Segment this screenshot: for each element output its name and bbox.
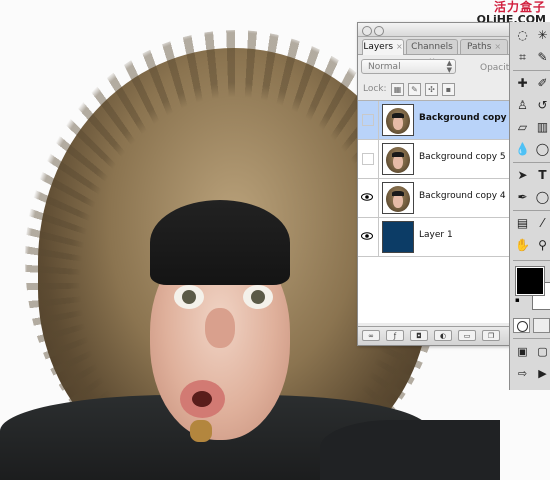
brush-icon[interactable]: ✐: [533, 74, 550, 93]
standard-mode-button[interactable]: [513, 318, 530, 333]
history-brush-icon[interactable]: ↺: [533, 96, 550, 115]
layers-list: Background copy 6 Background copy 5 Back…: [358, 101, 510, 323]
eye-icon: [361, 232, 373, 240]
lasso-icon[interactable]: ◌: [513, 26, 532, 45]
layers-panel: Layers × Channels × Paths × Normal ▲▼ Op…: [357, 22, 511, 346]
layer-name: Layer 1: [419, 230, 453, 240]
circle-icon: [517, 321, 528, 332]
lock-paint-icon[interactable]: ✎: [408, 83, 421, 96]
layer-thumbnail: [382, 182, 414, 214]
lock-label: Lock:: [363, 84, 387, 94]
left-eye: [174, 285, 204, 309]
eraser-icon[interactable]: ▱: [513, 118, 532, 137]
layer-name: Background copy 4: [419, 191, 506, 201]
adjustment-icon[interactable]: ◐: [434, 330, 452, 341]
layer-style-icon[interactable]: ƒ: [386, 330, 404, 341]
magic-wand-icon[interactable]: ✳: [533, 26, 550, 45]
path-select-icon[interactable]: ➤: [513, 166, 532, 185]
beanie: [150, 200, 290, 285]
tools-palette: ◌ ✳ ⌗ ✎ ✚ ✐ ♙ ↺ ▱ ▥ 💧 ◯ ➤ T ✒ ◯ ▤ ⁄ ✋ ⚲ …: [509, 22, 550, 390]
lock-move-icon[interactable]: ✣: [425, 83, 438, 96]
tab-channels[interactable]: Channels ×: [406, 39, 458, 65]
tab-layers[interactable]: Layers ×: [362, 39, 404, 55]
clone-stamp-icon[interactable]: ♙: [513, 96, 532, 115]
type-icon[interactable]: T: [533, 166, 550, 185]
panel-titlebar[interactable]: [358, 23, 510, 37]
zoom-icon[interactable]: ⚲: [533, 236, 550, 255]
visibility-toggle[interactable]: [358, 218, 379, 256]
visibility-toggle[interactable]: [358, 101, 379, 139]
panel-tabs: Layers × Channels × Paths ×: [358, 37, 510, 65]
notes-icon[interactable]: ▤: [513, 214, 532, 233]
layer-name: Background copy 6: [419, 113, 511, 123]
layer-name: Background copy 5: [419, 152, 506, 162]
new-layer-icon[interactable]: ❐: [482, 330, 500, 341]
folder-icon[interactable]: ▭: [458, 330, 476, 341]
quick-mask-button[interactable]: [533, 318, 550, 333]
mouth: [180, 380, 225, 418]
layer-row[interactable]: Background copy 4: [358, 179, 510, 218]
visibility-toggle[interactable]: [358, 179, 379, 217]
hidden-eye-icon: [362, 114, 374, 126]
hidden-eye-icon: [362, 153, 374, 165]
lock-all-icon[interactable]: ▪: [442, 83, 455, 96]
eye-icon: [361, 193, 373, 201]
stepper-arrows-icon: ▲ ▼: [446, 59, 452, 74]
layers-bottom-bar: ∞ ƒ ◘ ◐ ▭ ❐: [358, 326, 510, 345]
eyedropper-icon[interactable]: ⁄: [533, 214, 550, 233]
goatee: [190, 420, 212, 442]
visibility-toggle[interactable]: [358, 140, 379, 178]
jacket-shoulder: [320, 420, 500, 480]
link-icon[interactable]: ∞: [362, 330, 380, 341]
dodge-icon[interactable]: ◯: [533, 140, 550, 159]
gradient-icon[interactable]: ▥: [533, 118, 550, 137]
foreground-color-swatch[interactable]: [515, 266, 545, 296]
jump-to-icon[interactable]: ⇨: [513, 364, 532, 383]
lock-transparency-icon[interactable]: ▦: [391, 83, 404, 96]
shape-icon[interactable]: ◯: [533, 188, 550, 207]
blur-icon[interactable]: 💧: [513, 140, 532, 159]
layer-thumbnail: [382, 143, 414, 175]
right-eye: [243, 285, 273, 309]
blend-mode-select[interactable]: Normal ▲ ▼: [361, 59, 456, 74]
opacity-label: Opacit: [480, 63, 510, 73]
layer-row[interactable]: Layer 1: [358, 218, 510, 257]
layer-thumbnail: [382, 104, 414, 136]
tab-paths[interactable]: Paths ×: [460, 39, 508, 54]
full-screen-icon[interactable]: ▢: [533, 342, 550, 361]
layer-row[interactable]: Background copy 6: [358, 101, 510, 140]
default-colors-icon[interactable]: ▪: [515, 296, 523, 304]
minimize-icon[interactable]: [374, 26, 384, 36]
close-icon[interactable]: [362, 26, 372, 36]
blend-row: Normal ▲ ▼ Opacit: [358, 55, 510, 79]
imageready-icon[interactable]: ▶: [533, 364, 550, 383]
crop-icon[interactable]: ⌗: [513, 48, 532, 67]
mask-icon[interactable]: ◘: [410, 330, 428, 341]
layer-row[interactable]: Background copy 5: [358, 140, 510, 179]
hand-icon[interactable]: ✋: [513, 236, 532, 255]
layers-empty-area: [358, 257, 510, 323]
nose: [205, 308, 235, 348]
pen-icon[interactable]: ✒: [513, 188, 532, 207]
screen-mode-icon[interactable]: ▣: [513, 342, 532, 361]
slice-icon[interactable]: ✎: [533, 48, 550, 67]
lock-row: Lock: ▦ ✎ ✣ ▪: [358, 79, 510, 101]
layer-thumbnail: [382, 221, 414, 253]
watermark-chinese: 活力盒子: [493, 0, 546, 14]
healing-brush-icon[interactable]: ✚: [513, 74, 532, 93]
